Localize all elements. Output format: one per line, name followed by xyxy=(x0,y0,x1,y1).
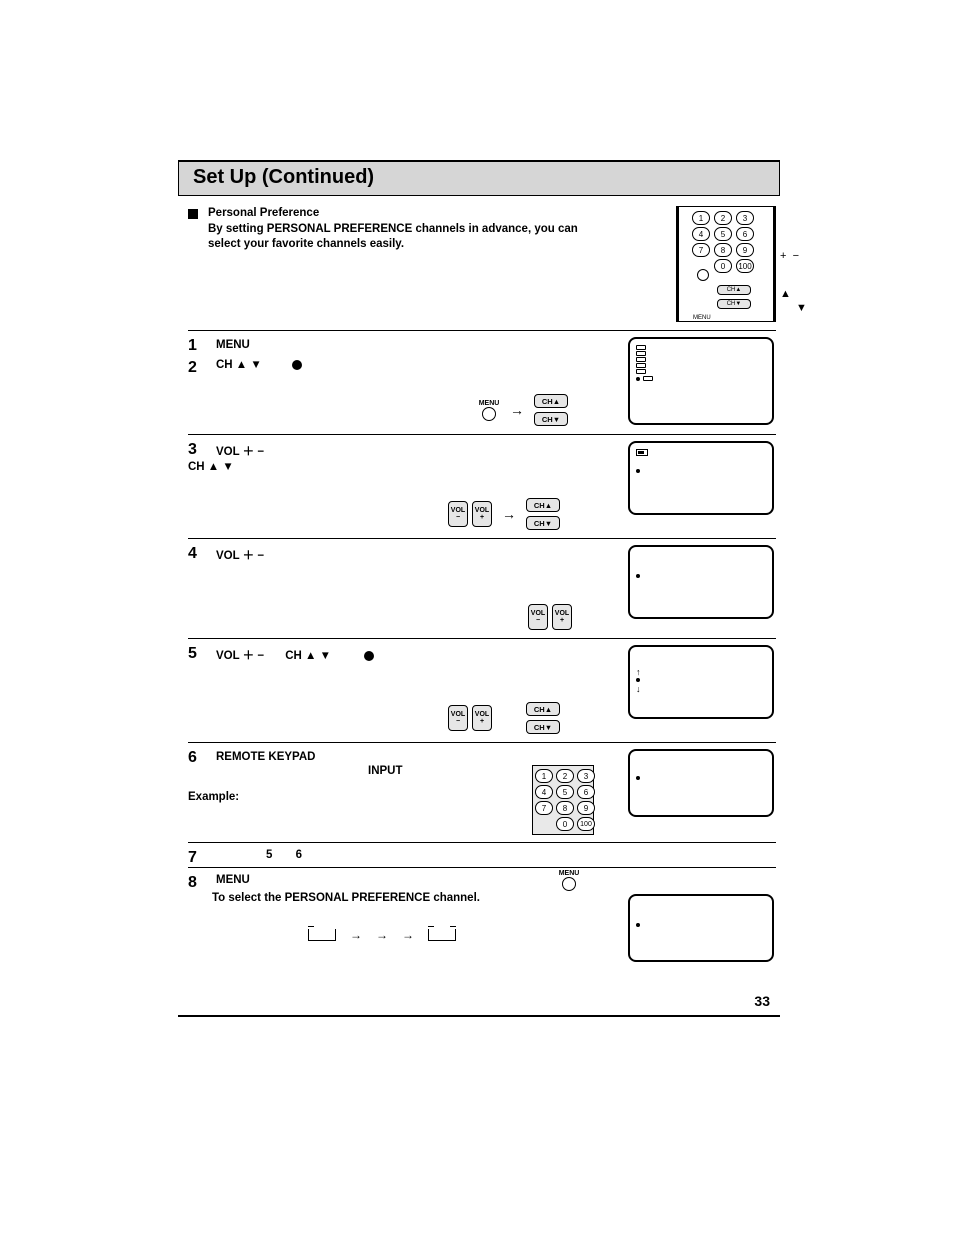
intro-row: Personal Preference By setting PERSONAL … xyxy=(178,196,780,330)
vol-pair: VOL− VOL+ xyxy=(528,604,572,630)
vol-pair: VOL− VOL+ xyxy=(448,705,492,731)
step-8: 8 MENU MENU To select the PERSONAL PREFE… xyxy=(188,867,776,1007)
keypad-diagram: 123 456 789 0100 xyxy=(532,765,594,835)
step-7-text: 5 6 xyxy=(216,849,776,861)
remote-ch-down: CH▼ xyxy=(717,299,751,309)
step-5-icons: VOL− VOL+ → CH▲ CH▼ xyxy=(448,702,560,734)
vol-minus-icon: VOL− xyxy=(448,501,468,527)
selection-dot-icon xyxy=(292,360,302,370)
mini-key: 8 xyxy=(714,243,732,257)
step-num-4: 4 xyxy=(188,545,197,563)
arrow-right-icon: → xyxy=(350,928,362,942)
step-num-6: 6 xyxy=(188,749,197,767)
screen-preview-5: ↑ ↓ xyxy=(628,645,774,719)
arrow-right-icon: → xyxy=(402,928,414,942)
step-num-5: 5 xyxy=(188,645,197,663)
screen-menu-list xyxy=(636,345,766,374)
ch-up-icon: CH▲ xyxy=(526,702,560,716)
remote-keypad-mini: 1 2 3 4 5 6 7 8 9 0 100 xyxy=(691,211,755,273)
arrow-right-icon: → xyxy=(502,506,516,522)
mini-key: 7 xyxy=(692,243,710,257)
bullet-square xyxy=(188,209,198,219)
remote-menu-label: MENU xyxy=(693,315,711,321)
step-num-3: 3 xyxy=(188,441,197,459)
screen-preview-1 xyxy=(628,337,774,425)
vol-minus-icon: VOL− xyxy=(528,604,548,630)
intro-body: By setting PERSONAL PREFERENCE channels … xyxy=(208,222,588,253)
step-num-8: 8 xyxy=(188,874,197,892)
remote-ch-up: CH▲ xyxy=(717,285,751,295)
step-7: 7 5 6 xyxy=(188,842,776,867)
flow-box xyxy=(428,929,456,941)
vol-plus-icon: VOL+ xyxy=(472,705,492,731)
ch-down-icon: CH▼ xyxy=(526,516,560,530)
mini-key: 9 xyxy=(736,243,754,257)
mini-key: 1 xyxy=(692,211,710,225)
mini-key: 2 xyxy=(714,211,732,225)
steps-list: 1 MENU 2 CH ▲ ▼ MENU → CH▲ CH▼ xyxy=(178,330,780,1007)
remote-menu-circle xyxy=(697,269,709,281)
page-title: Set Up (Continued) xyxy=(178,162,780,196)
mini-key: 100 xyxy=(736,259,754,273)
remote-diagram: 1 2 3 4 5 6 7 8 9 0 100 CH▲ CH▼ MENU xyxy=(676,206,776,322)
ch-buttons: CH▲ CH▼ xyxy=(534,394,568,426)
ch-buttons: CH▲ CH▼ xyxy=(526,498,560,530)
step-2-icons: MENU → CH▲ CH▼ xyxy=(478,394,568,426)
arrow-right-icon: → xyxy=(510,402,524,418)
step-4: 4 VOL ＋ − VOL− VOL+ xyxy=(188,538,776,638)
side-up: ▲ xyxy=(780,288,791,300)
mini-key: 6 xyxy=(736,227,754,241)
vol-plus-icon: VOL+ xyxy=(472,501,492,527)
mini-key: 0 xyxy=(714,259,732,273)
screen-preview-3 xyxy=(628,441,774,515)
arrow-right-icon: → xyxy=(376,928,388,942)
step-4-icons: VOL− VOL+ xyxy=(528,604,572,630)
mini-key: 5 xyxy=(714,227,732,241)
mini-key: 3 xyxy=(736,211,754,225)
screen-preview-4 xyxy=(628,545,774,619)
ch-buttons: CH▲ CH▼ xyxy=(526,702,560,734)
mini-key: 4 xyxy=(692,227,710,241)
ch-down-icon: CH▼ xyxy=(534,412,568,426)
menu-button-icon-8: MENU xyxy=(558,870,580,891)
side-down: ▼ xyxy=(796,302,807,314)
vol-plus-icon: VOL+ xyxy=(552,604,572,630)
step-num-2: 2 xyxy=(188,359,197,377)
intro-text: Personal Preference By setting PERSONAL … xyxy=(208,206,588,253)
vol-minus-icon: VOL− xyxy=(448,705,468,731)
step-num-7: 7 xyxy=(188,849,197,867)
step-3: 3 VOL ＋ − CH ▲ ▼ VOL− VOL+ → CH▲ CH▼ xyxy=(188,434,776,538)
flow-box xyxy=(308,929,336,941)
side-plus: + − xyxy=(780,250,799,262)
menu-button-icon: MENU xyxy=(478,400,500,421)
page-frame: Set Up (Continued) Personal Preference B… xyxy=(178,160,780,1017)
step-3-icons: VOL− VOL+ → CH▲ CH▼ xyxy=(448,498,560,530)
remote-outline: 1 2 3 4 5 6 7 8 9 0 100 CH▲ CH▼ MENU xyxy=(676,206,776,322)
step-1-2: 1 MENU 2 CH ▲ ▼ MENU → CH▲ CH▼ xyxy=(188,330,776,434)
screen-preview-8 xyxy=(628,894,774,962)
ch-up-icon: CH▲ xyxy=(526,498,560,512)
vol-pair: VOL− VOL+ xyxy=(448,501,492,527)
ch-up-icon: CH▲ xyxy=(534,394,568,408)
intro-heading: Personal Preference xyxy=(208,206,588,222)
menu-bar-icon xyxy=(636,449,648,456)
ch-down-icon: CH▼ xyxy=(526,720,560,734)
step-num-1: 1 xyxy=(188,337,197,355)
selection-dot-icon xyxy=(364,651,374,661)
step-6: 6 REMOTE KEYPAD INPUT Example: 123 456 7… xyxy=(188,742,776,842)
step-8-text: MENU xyxy=(216,874,776,886)
screen-preview-6 xyxy=(628,749,774,817)
step-5: 5 VOL ＋ − CH ▲ ▼ VOL− VOL+ → CH▲ CH▼ ↑ xyxy=(188,638,776,742)
page-number: 33 xyxy=(754,993,770,1009)
